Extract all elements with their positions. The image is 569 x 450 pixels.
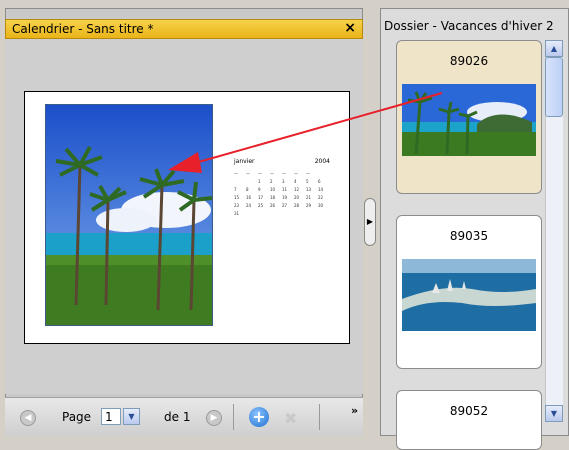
page-count-label: de 1 xyxy=(164,410,191,424)
weekday-header: — xyxy=(282,171,286,176)
calendar-day: 31 xyxy=(234,211,240,216)
scroll-thumb[interactable] xyxy=(545,57,563,117)
calendar-day xyxy=(246,178,258,186)
thumbnail-card[interactable]: 89035 xyxy=(396,215,542,369)
calendar-day: 4 xyxy=(294,179,297,184)
thumbnail-id: 89052 xyxy=(449,404,489,418)
calendar-day: 10 xyxy=(270,187,276,192)
weekday-header: — xyxy=(306,171,310,176)
calendar-day: 9 xyxy=(258,187,261,192)
weekday-header: — xyxy=(270,171,274,176)
chevron-down-icon[interactable]: ▼ xyxy=(123,408,140,425)
calendar-day: 8 xyxy=(246,187,249,192)
toolbar-divider xyxy=(319,404,320,430)
weekday-header: — xyxy=(234,171,238,176)
calendar-day: 2 xyxy=(270,179,273,184)
calendar-day: 12 xyxy=(294,187,300,192)
thumbnail-image xyxy=(402,259,536,331)
thumbnail-image xyxy=(402,84,536,156)
calendar-day: 19 xyxy=(282,195,288,200)
thumbnail-card[interactable]: 89052 xyxy=(396,390,542,450)
calendar-day: 18 xyxy=(270,195,276,200)
calendar-day: 20 xyxy=(294,195,300,200)
weekday-header: — xyxy=(246,171,250,176)
more-options-icon[interactable]: » xyxy=(351,404,358,417)
calendar-day: 21 xyxy=(306,195,312,200)
days-grid: — — — — — — — 1 2 3 4 5 67 8 9 10 11 12 13 1415 16 17 18 19 20 2… xyxy=(234,170,330,218)
scroll-up-icon[interactable]: ▲ xyxy=(545,40,563,57)
calendar-day: 30 xyxy=(318,203,324,208)
next-page-icon[interactable]: ▶ xyxy=(206,410,222,426)
calendar-day: 23 xyxy=(234,203,240,208)
calendar-day xyxy=(318,170,330,178)
calendar-day xyxy=(234,178,246,186)
calendar-day: 7 xyxy=(234,187,237,192)
calendar-day: 3 xyxy=(282,179,285,184)
calendar-day: 1 xyxy=(258,179,261,184)
calendar-titlebar: Calendrier - Sans titre * × xyxy=(5,19,363,39)
thumbnail-id: 89026 xyxy=(449,54,489,68)
calendar-day: 14 xyxy=(318,187,324,192)
delete-page-icon[interactable]: ✖ xyxy=(284,409,297,428)
folder-title: Dossier - Vacances d'hiver 2 xyxy=(384,19,554,33)
calendar-day: 28 xyxy=(294,203,300,208)
previous-page-icon[interactable]: ◀ xyxy=(20,410,36,426)
calendar-day: 11 xyxy=(282,187,288,192)
page-number-input[interactable] xyxy=(101,408,121,425)
thumbnail-id: 89035 xyxy=(449,229,489,243)
calendar-day: 6 xyxy=(318,179,321,184)
calendar-title: Calendrier - Sans titre * xyxy=(12,22,154,36)
add-page-icon[interactable]: + xyxy=(249,407,269,427)
page-label: Page xyxy=(62,410,92,424)
weekday-header: — xyxy=(294,171,298,176)
calendar-day: 24 xyxy=(246,203,252,208)
calendar-day: 16 xyxy=(246,195,252,200)
calendar-photo[interactable] xyxy=(45,104,213,326)
calendar-day: 27 xyxy=(282,203,288,208)
calendar-day: 22 xyxy=(318,195,324,200)
calendar-day: 25 xyxy=(258,203,264,208)
toolbar-divider xyxy=(233,404,234,430)
weekday-header: — xyxy=(258,171,262,176)
scroll-down-icon[interactable]: ▼ xyxy=(545,405,563,422)
panel-splitter-handle[interactable]: ▶ xyxy=(364,198,376,246)
calendar-day: 5 xyxy=(306,179,309,184)
calendar-day: 26 xyxy=(270,203,276,208)
calendar-day: 29 xyxy=(306,203,312,208)
calendar-day: 15 xyxy=(234,195,240,200)
calendar-day: 13 xyxy=(306,187,312,192)
calendar-day: 17 xyxy=(258,195,264,200)
close-icon[interactable]: × xyxy=(344,20,356,36)
year-label: 2004 xyxy=(314,158,330,165)
bottom-toolbar: ◀ Page ▼ de 1 ▶ + ✖ » xyxy=(5,397,363,436)
month-label: janvier xyxy=(234,158,255,165)
thumbnail-card[interactable]: 89026 xyxy=(396,40,542,194)
